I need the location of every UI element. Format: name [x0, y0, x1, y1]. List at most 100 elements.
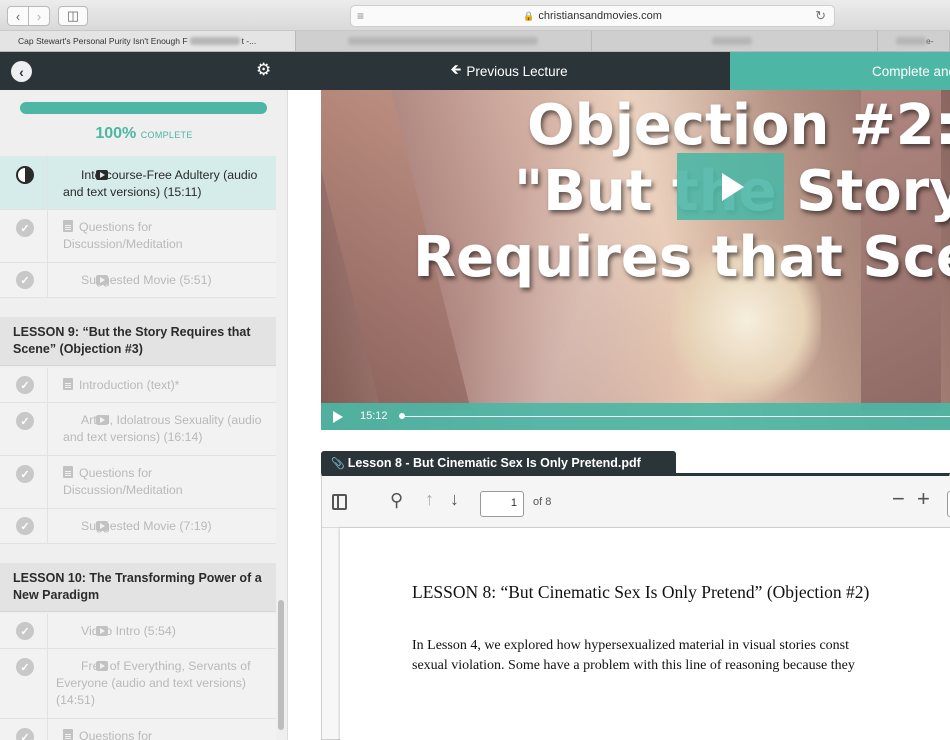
lock-icon: 🔒	[523, 10, 535, 21]
video-icon	[96, 521, 108, 531]
check-icon: ✓	[16, 412, 34, 430]
check-icon: ✓	[16, 465, 34, 483]
course-header-left: ‹ ⚙	[0, 52, 288, 90]
document-icon	[63, 220, 73, 232]
lecture-title: Questions for	[63, 728, 271, 740]
lecture-title: Free of Everything, Servants of Everyone…	[56, 659, 251, 707]
course-header-right: 🡸 Previous Lecture Complete and Continue	[288, 52, 950, 90]
document-icon	[63, 466, 73, 478]
lecture-row[interactable]: ✓ Questions for Discussion/Meditation	[0, 456, 276, 509]
arrow-down-icon[interactable]: ↓	[450, 489, 459, 510]
lecture-row[interactable]: ✓ Artful, Idolatrous Sexuality (audio an…	[0, 403, 276, 456]
big-play-button[interactable]	[677, 153, 784, 220]
lecture-row[interactable]: ✓ Video Intro (5:54)	[0, 614, 276, 649]
page-number-input[interactable]: 1	[480, 491, 524, 517]
check-icon: ✓	[16, 622, 34, 640]
lecture-row[interactable]: ✓ Free of Everything, Servants of Everyo…	[0, 649, 276, 719]
lecture-title: Questions for Discussion/Meditation	[63, 466, 183, 497]
previous-lecture-label: Previous Lecture	[466, 63, 568, 79]
tab-bar: Cap Stewart's Personal Purity Isn't Enou…	[0, 31, 950, 52]
document-icon	[63, 729, 73, 740]
pdf-viewer: ⚲ ↑ ↓ 1 of 8 − + LESSON 8: “But Cinemati…	[321, 473, 950, 740]
status-cell: ✓	[0, 614, 48, 648]
progress-label: 100% COMPLETE	[0, 125, 287, 143]
sidebar-toggle-icon[interactable]: ◫	[58, 6, 88, 26]
document-icon	[63, 378, 73, 390]
back-nav-icon[interactable]: ‹	[7, 6, 29, 26]
status-cell: ✓	[0, 649, 48, 718]
progress-percent: 100%	[95, 125, 137, 142]
video-player[interactable]: Objection #2: "But the Story Requires th…	[321, 90, 950, 430]
tab-suffix: t -...	[241, 36, 257, 46]
pdf-body-line: sexual violation. Some have a problem wi…	[412, 658, 855, 673]
status-cell: ✓	[0, 719, 48, 740]
pdf-heading: LESSON 8: “But Cinematic Sex Is Only Pre…	[412, 582, 870, 602]
reload-icon[interactable]: ↻	[815, 8, 826, 24]
pdf-sidebar-icon[interactable]	[332, 494, 347, 510]
video-icon	[96, 661, 108, 671]
gear-icon[interactable]: ⚙	[256, 60, 271, 80]
zoom-out-icon[interactable]: −	[892, 486, 905, 512]
previous-lecture-button[interactable]: 🡸 Previous Lecture	[288, 52, 730, 90]
search-icon[interactable]: ⚲	[390, 490, 403, 511]
video-title-line-1: Objection #2:	[527, 93, 950, 158]
video-seek-handle[interactable]	[399, 413, 405, 419]
complete-and-continue-button[interactable]: Complete and Continue	[730, 52, 950, 90]
forward-nav-icon[interactable]: ›	[28, 6, 50, 26]
pdf-body: In Lesson 4, we explored how hypersexual…	[412, 636, 855, 676]
arrow-up-icon[interactable]: ↑	[425, 489, 434, 510]
tab-cap-stewart[interactable]: Cap Stewart's Personal Purity Isn't Enou…	[0, 31, 296, 51]
complete-label: Complete and Continue	[872, 63, 950, 79]
video-duration: 15:12	[360, 410, 388, 422]
lecture-title: Questions for Discussion/Meditation	[63, 220, 183, 251]
status-cell	[0, 156, 48, 209]
sidebar-scrollbar[interactable]	[278, 600, 284, 730]
tab-label: Cap Stewart's Personal Purity Isn't Enou…	[18, 36, 188, 46]
tab-blur	[896, 37, 926, 45]
lecture-title: Artful, Idolatrous Sexuality (audio and …	[63, 413, 262, 444]
page-total: of 8	[533, 496, 552, 508]
tab-4[interactable]: e-	[878, 31, 950, 51]
play-icon[interactable]	[333, 411, 343, 423]
lecture-title: Introduction (text)*	[63, 377, 271, 394]
video-controls: 15:12	[321, 403, 950, 430]
tab-blur	[712, 37, 752, 45]
section-header-lesson-10: LESSON 10: The Transforming Power of a N…	[0, 563, 276, 612]
back-circle-icon[interactable]: ‹	[11, 61, 32, 82]
lecture-title: Suggested Movie (7:19)	[81, 519, 212, 533]
lecture-title: Intercourse-Free Adultery (audio and tex…	[63, 168, 258, 199]
check-icon: ✓	[16, 219, 34, 237]
url-text: christiansandmovies.com	[538, 10, 662, 22]
tab-blur	[189, 37, 240, 45]
status-cell: ✓	[0, 403, 48, 455]
lecture-title: Video Intro (5:54)	[81, 624, 176, 638]
status-cell: ✓	[0, 263, 48, 297]
address-bar[interactable]: ≡ 🔒 christiansandmovies.com ↻	[350, 5, 835, 27]
tab-2[interactable]	[296, 31, 592, 51]
lecture-row[interactable]: ✓ Suggested Movie (7:19)	[0, 509, 276, 544]
video-seek-bar[interactable]	[401, 416, 950, 417]
browser-toolbar: ‹ › ◫ ≡ 🔒 christiansandmovies.com ↻	[0, 0, 950, 31]
reader-icon[interactable]: ≡	[357, 9, 364, 23]
status-cell: ✓	[0, 456, 48, 508]
pdf-filename: Lesson 8 - But Cinematic Sex Is Only Pre…	[347, 456, 641, 470]
lecture-row[interactable]: ✓ Questions for Discussion/Meditation	[0, 210, 276, 263]
status-cell: ✓	[0, 210, 48, 262]
video-icon	[96, 415, 108, 425]
video-icon	[96, 170, 108, 180]
status-cell: ✓	[0, 509, 48, 543]
in-progress-icon	[16, 166, 34, 184]
tab-3[interactable]	[592, 31, 878, 51]
lecture-title: Suggested Movie (5:51)	[81, 273, 212, 287]
pdf-attachment-tab[interactable]: 📎 Lesson 8 - But Cinematic Sex Is Only P…	[321, 451, 676, 475]
progress-complete-label: COMPLETE	[140, 130, 193, 140]
check-icon: ✓	[16, 517, 34, 535]
lecture-row[interactable]: ✓ Suggested Movie (5:51)	[0, 263, 276, 298]
check-icon: ✓	[16, 376, 34, 394]
lecture-row-active[interactable]: Intercourse-Free Adultery (audio and tex…	[0, 156, 276, 210]
lecture-row[interactable]: ✓ Introduction (text)*	[0, 368, 276, 403]
status-cell: ✓	[0, 368, 48, 402]
zoom-in-icon[interactable]: +	[917, 486, 930, 512]
lecture-row[interactable]: ✓ Questions for	[0, 719, 276, 740]
paperclip-icon: 📎	[331, 457, 345, 470]
